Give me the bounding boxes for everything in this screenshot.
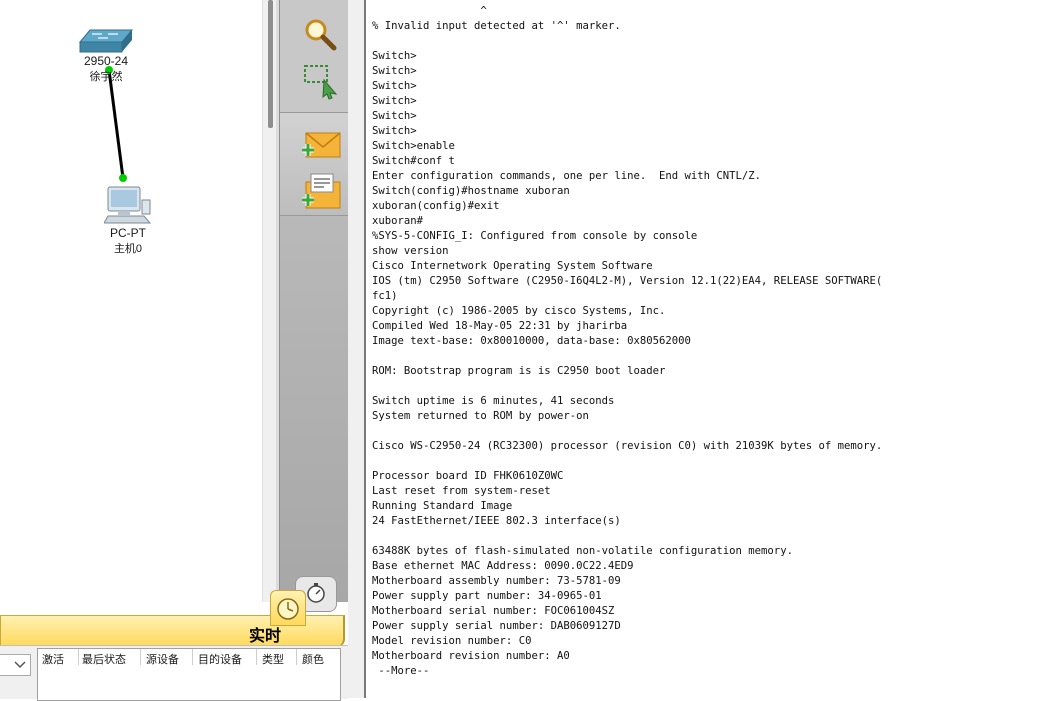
scrollbar-thumb[interactable] [268,0,273,128]
cli-line: Switch> [372,80,417,92]
col-header-color[interactable]: 颜色 [302,651,324,667]
col-header-active[interactable]: 激活 [42,651,64,667]
cli-terminal[interactable]: ^ % Invalid input detected at '^' marker… [364,0,1054,698]
col-header-source-device[interactable]: 源设备 [146,651,179,667]
switch-icon [78,29,134,53]
pc-model-label: PC-PT [110,226,146,240]
cli-line: Enter configuration commands, one per li… [372,170,762,182]
cli-line: Power supply part number: 34-0965-01 [372,590,602,602]
link-status-dot-pc [119,174,127,182]
cli-line: IOS (tm) C2950 Software (C2950-I6Q4L2-M)… [372,275,883,287]
cli-line: xuboran# [372,215,424,227]
cli-line: Motherboard revision number: A0 [372,650,570,662]
cli-line: Model revision number: C0 [372,635,532,647]
switch-model-label: 2950-24 [83,54,129,68]
cli-line: fc1) [372,290,398,302]
clock-icon [277,598,299,620]
cli-line: Switch(config)#hostname xuboran [372,185,570,197]
cli-line: Switch> [372,110,417,122]
cli-line: Power supply serial number: DAB0609127D [372,620,621,632]
tool-palette [279,0,349,602]
cli-line: Motherboard serial number: FOC061004SZ [372,605,615,617]
cli-line: Switch> [372,50,417,62]
cli-line: 63488K bytes of flash-simulated non-vola… [372,545,793,557]
cli-lines: % Invalid input detected at '^' marker. … [372,20,882,677]
cli-line: Last reset from system-reset [372,485,551,497]
cli-line: System returned to ROM by power-on [372,410,589,422]
cli-output[interactable]: ^ % Invalid input detected at '^' marker… [372,4,882,679]
cli-line: Copyright (c) 1986-2005 by cisco Systems… [372,305,666,317]
cli-line: --More-- [372,665,430,677]
cli-line: xuboran(config)#exit [372,200,500,212]
add-complex-pdu-icon[interactable] [300,172,342,212]
clock-tab[interactable] [270,590,306,626]
cli-line: Cisco WS-C2950-24 (RC32300) processor (r… [372,440,883,452]
cli-line: Switch> [372,65,417,77]
cli-line: ROM: Bootstrap program is is C2950 boot … [372,365,666,377]
cli-line: 24 FastEthernet/IEEE 802.3 interface(s) [372,515,621,527]
network-link[interactable] [0,0,262,602]
pc-device[interactable] [103,186,152,226]
pane-splitter[interactable] [348,0,365,698]
cli-caret-line: ^ [372,5,487,17]
cli-line: Base ethernet MAC Address: 0090.0C22.4ED… [372,560,634,572]
select-region-icon[interactable] [302,62,340,100]
col-header-last-status[interactable]: 最后状态 [82,651,126,667]
cli-line: % Invalid input detected at '^' marker. [372,20,621,32]
pc-icon [103,186,152,224]
topology-workspace[interactable]: 2950-24 徐宇然 PC-PT 主机0 [0,0,262,602]
cli-line: Switch>enable [372,140,455,152]
switch-name-label: 徐宇然 [89,71,123,83]
cli-line: show version [372,245,449,257]
cli-line: %SYS-5-CONFIG_I: Configured from console… [372,230,698,242]
workspace-vertical-scrollbar[interactable] [262,0,277,602]
cli-line: Image text-base: 0x80010000, data-base: … [372,335,691,347]
cli-line: Switch uptime is 6 minutes, 41 seconds [372,395,615,407]
cli-line: Switch#conf t [372,155,455,167]
pdu-event-table[interactable]: 激活 最后状态 源设备 目的设备 类型 颜色 [37,648,341,701]
cli-line: Cisco Internetwork Operating System Soft… [372,260,653,272]
cli-line: Switch> [372,95,417,107]
cli-line: Compiled Wed 18-May-05 22:31 by jharirba [372,320,628,332]
pc-name-label: 主机0 [113,243,143,255]
cli-line: Switch> [372,125,417,137]
scenario-dropdown[interactable] [0,654,31,676]
add-simple-pdu-icon[interactable] [300,130,342,162]
event-list-panel: 激活 最后状态 源设备 目的设备 类型 颜色 [0,645,348,701]
chevron-down-icon [14,661,26,669]
col-header-destination-device[interactable]: 目的设备 [198,651,242,667]
cli-line: Motherboard assembly number: 73-5781-09 [372,575,621,587]
cli-line: Running Standard Image [372,500,513,512]
cli-line: Processor board ID FHK0610Z0WC [372,470,564,482]
col-header-type[interactable]: 类型 [262,651,284,667]
inspect-magnifier-icon[interactable] [302,16,338,52]
